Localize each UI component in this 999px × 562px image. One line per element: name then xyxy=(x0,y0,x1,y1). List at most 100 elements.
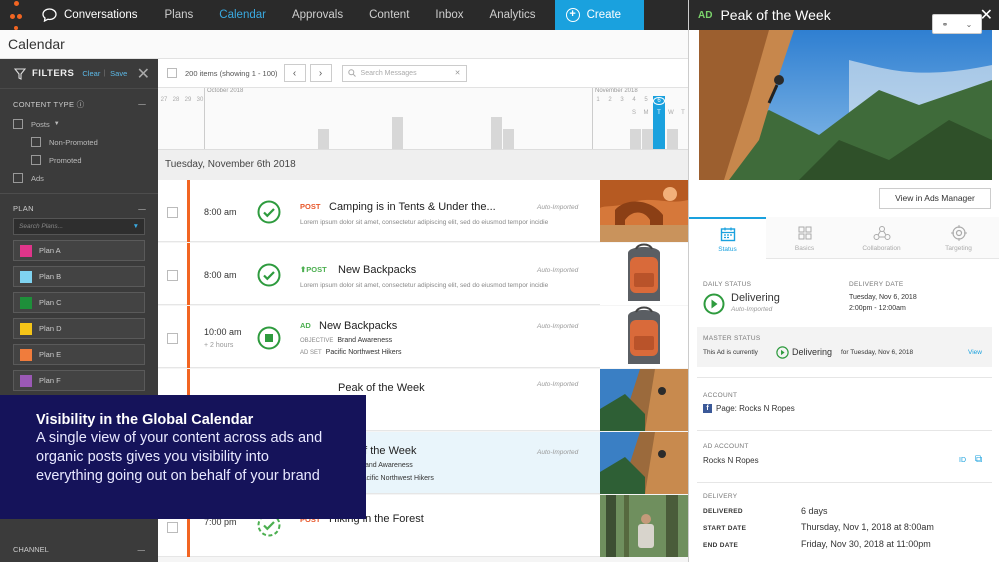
checkbox[interactable] xyxy=(13,173,23,183)
top-nav: Conversations Plans Calendar Approvals C… xyxy=(0,0,688,30)
climber-thumbnail xyxy=(600,369,688,431)
row-checkbox[interactable] xyxy=(167,207,178,218)
tab-basics[interactable]: Basics xyxy=(766,217,843,259)
ad-badge: AD xyxy=(698,9,713,21)
callout-body: A single view of your content across ads… xyxy=(36,430,323,484)
list-item[interactable]: 8:00 am POST Camping is in Tents & Under… xyxy=(158,180,688,242)
nav-conversations[interactable]: Conversations xyxy=(32,8,152,22)
filter-posts[interactable]: Posts ▼ xyxy=(0,115,158,133)
filter-ads[interactable]: Ads xyxy=(0,169,158,187)
close-filters-icon[interactable]: ✕ xyxy=(137,64,150,84)
row-title: Camping is in Tents & Under the... xyxy=(329,201,496,213)
plan-color-swatch xyxy=(20,374,32,387)
plan-item-d[interactable]: Plan D xyxy=(13,318,145,339)
tab-status-label: Status xyxy=(718,245,737,253)
nav-plans[interactable]: Plans xyxy=(152,0,207,30)
master-status-view-link[interactable]: View xyxy=(968,349,982,356)
caret-down-icon[interactable]: ▼ xyxy=(54,121,60,127)
items-count: 200 items (showing 1 - 100) xyxy=(185,68,278,78)
plan-item-c[interactable]: Plan C xyxy=(13,292,145,313)
collapse-icon[interactable]: — xyxy=(138,204,146,213)
filters-save-link[interactable]: Save xyxy=(110,69,127,78)
account-label: ACCOUNT xyxy=(703,392,738,399)
row-checkbox[interactable] xyxy=(167,333,178,344)
caret-down-icon[interactable]: ▼ xyxy=(133,219,139,234)
row-time: 8:00 am xyxy=(204,270,237,280)
plan-color-swatch xyxy=(20,296,32,309)
prev-page-button[interactable]: ‹ xyxy=(283,64,306,82)
callout-heading: Visibility in the Global Calendar xyxy=(36,412,254,428)
tab-collaboration[interactable]: Collaboration xyxy=(843,217,920,259)
share-link-button[interactable]: ⚭ ⌄ xyxy=(932,14,982,34)
backpack-thumbnail xyxy=(600,306,688,368)
next-page-button[interactable]: › xyxy=(309,64,332,82)
content-type-heading: CONTENT TYPE xyxy=(13,100,75,109)
master-status-value: Delivering xyxy=(792,347,833,357)
plan-item-a[interactable]: Plan A xyxy=(13,240,145,261)
list-item[interactable]: 8:00 am ⬆POST New Backpacks Lorem ipsum … xyxy=(158,243,688,305)
view-in-ads-manager-button[interactable]: View in Ads Manager xyxy=(879,188,991,209)
plan-label: Plan B xyxy=(39,272,62,281)
app-logo[interactable] xyxy=(0,0,32,30)
nav-inbox[interactable]: Inbox xyxy=(422,0,476,30)
plan-section-header[interactable]: PLAN — xyxy=(0,204,158,213)
grid-blocks-icon xyxy=(798,226,811,239)
checkbox[interactable] xyxy=(13,119,23,129)
filter-posts-label: Posts xyxy=(31,119,50,129)
plan-search-input[interactable]: Search Plans... ▼ xyxy=(13,218,145,235)
ad-preview-image xyxy=(699,30,992,180)
select-all-checkbox[interactable] xyxy=(167,68,177,78)
plan-heading: PLAN xyxy=(13,204,34,213)
end-date-value: Friday, Nov 30, 2018 at 11:00pm xyxy=(801,539,931,549)
filter-non-promoted[interactable]: Non-Promoted xyxy=(0,133,158,151)
nav-calendar[interactable]: Calendar xyxy=(206,0,279,30)
nav-content[interactable]: Content xyxy=(356,0,422,30)
panel-title: Peak of the Week xyxy=(720,7,831,23)
nav-analytics[interactable]: Analytics xyxy=(477,0,549,30)
day-label: 27 xyxy=(160,97,168,103)
list-item[interactable]: 10:00 am + 2 hours AD New Backpacks OBJE… xyxy=(158,306,688,368)
row-checkbox[interactable] xyxy=(167,522,178,533)
row-checkbox[interactable] xyxy=(167,270,178,281)
master-status-suffix: for Tuesday, Nov 6, 2018 xyxy=(841,349,914,356)
content-type-section-header[interactable]: CONTENT TYPE ⓘ — xyxy=(0,99,158,110)
plan-color-swatch xyxy=(20,348,32,361)
search-placeholder: Search Messages xyxy=(360,69,417,77)
filter-funnel-icon xyxy=(14,67,26,80)
check-circle-icon xyxy=(257,200,281,224)
adset-label: AD SET xyxy=(300,350,322,356)
row-title: of the Week xyxy=(358,445,417,457)
plan-color-bar xyxy=(187,243,190,305)
plan-item-f[interactable]: Plan F xyxy=(13,370,145,391)
channel-heading: CHANNEL xyxy=(13,545,49,554)
nav-approvals[interactable]: Approvals xyxy=(279,0,356,30)
checkbox[interactable] xyxy=(31,155,41,165)
adset-value: Pacific Northwest Hikers xyxy=(325,349,402,356)
channel-section-header[interactable]: CHANNEL — xyxy=(13,545,145,554)
checkbox[interactable] xyxy=(31,137,41,147)
ad-account-id-link[interactable]: ID xyxy=(959,457,966,464)
filters-clear-link[interactable]: Clear xyxy=(82,69,100,78)
create-button[interactable]: + Create xyxy=(554,0,645,30)
ad-account-label: AD ACCOUNT xyxy=(703,443,749,450)
collapse-icon[interactable]: — xyxy=(138,99,146,110)
hiker-forest-thumbnail xyxy=(600,495,688,557)
plan-item-e[interactable]: Plan E xyxy=(13,344,145,365)
row-description: Lorem ipsum dolor sit amet, consectetur … xyxy=(300,219,549,226)
row-description: Lorem ipsum dolor sit amet, consectetur … xyxy=(300,282,549,289)
calendar-timeline[interactable]: October 2018 November 2018 27 28 29 30 1… xyxy=(158,88,688,150)
tab-collaboration-label: Collaboration xyxy=(862,244,901,252)
clear-search-icon[interactable]: ✕ xyxy=(455,69,461,77)
filter-promoted[interactable]: Promoted xyxy=(0,151,158,169)
feature-callout: Visibility in the Global Calendar A sing… xyxy=(0,395,366,519)
tab-status[interactable]: Status xyxy=(689,217,766,259)
collapse-icon[interactable]: — xyxy=(138,545,146,554)
plan-color-swatch xyxy=(20,244,32,257)
external-link-icon[interactable]: ⧉ xyxy=(975,454,982,465)
plan-item-b[interactable]: Plan B xyxy=(13,266,145,287)
start-date-label: START DATE xyxy=(703,525,747,532)
day-label: 2 xyxy=(608,97,612,103)
stop-circle-icon xyxy=(257,326,281,350)
tab-targeting[interactable]: Targeting xyxy=(920,217,997,259)
search-messages-input[interactable]: Search Messages ✕ xyxy=(341,64,467,82)
